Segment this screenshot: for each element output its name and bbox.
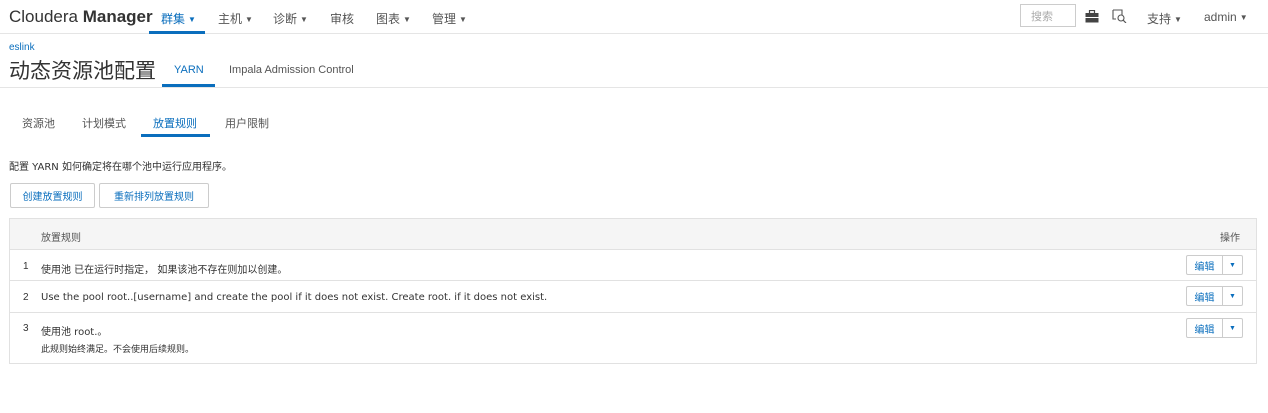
nav-audits[interactable]: 审核 [330, 10, 354, 27]
row-number: 2 [23, 292, 29, 303]
actions-dropdown-button[interactable]: ▼ [1223, 255, 1243, 275]
nav-charts[interactable]: 图表 ▼ [376, 10, 411, 27]
nav-audits-label: 审核 [330, 12, 355, 26]
search-messages-icon[interactable] [1111, 8, 1127, 24]
actions-dropdown-button[interactable]: ▼ [1223, 286, 1243, 306]
nav-clusters[interactable]: 群集 ▼ [161, 10, 196, 27]
rule-description: 使用池 已在运行时指定， 如果该池不存在则加以创建。 [41, 265, 288, 276]
chevron-down-icon: ▼ [459, 15, 467, 24]
chevron-down-icon: ▼ [1229, 292, 1236, 300]
row-actions: 编辑 ▼ [1186, 255, 1243, 275]
chevron-down-icon: ▼ [245, 15, 253, 24]
page-title: 动态资源池配置 [9, 59, 156, 83]
chevron-down-icon: ▼ [1229, 324, 1236, 332]
tab-impala-admission-control[interactable]: Impala Admission Control [229, 64, 354, 76]
nav-charts-label: 图表 [376, 12, 401, 26]
page-description: 配置 YARN 如何确定将在哪个池中运行应用程序。 [9, 162, 232, 173]
actions-dropdown-button[interactable]: ▼ [1223, 318, 1243, 338]
nav-user-menu[interactable]: admin ▼ [1204, 10, 1248, 24]
nav-hosts[interactable]: 主机 ▼ [218, 10, 253, 27]
nav-administration-label: 管理 [432, 12, 457, 26]
search-placeholder: 搜索 [1031, 10, 1053, 23]
create-placement-rule-button[interactable]: 创建放置规则 [10, 183, 95, 208]
row-actions: 编辑 ▼ [1186, 318, 1243, 338]
edit-button[interactable]: 编辑 [1186, 318, 1223, 338]
nav-active-indicator [149, 31, 205, 34]
table-row: 3 使用池 root.。 此规则始终满足。不会使用后续规则。 编辑 ▼ [10, 313, 1256, 363]
rule-description: Use the pool root..[username] and create… [41, 292, 548, 303]
nav-diagnostics-label: 诊断 [273, 12, 298, 26]
table-header: 放置规则 操作 [10, 219, 1256, 250]
chevron-down-icon: ▼ [300, 15, 308, 24]
placement-rules-table: 放置规则 操作 1 使用池 已在运行时指定， 如果该池不存在则加以创建。 编辑 … [9, 218, 1257, 364]
nav-administration[interactable]: 管理 ▼ [432, 10, 467, 27]
edit-button[interactable]: 编辑 [1186, 286, 1223, 306]
reorder-placement-rules-button[interactable]: 重新排列放置规则 [99, 183, 209, 208]
chevron-down-icon: ▼ [188, 15, 196, 24]
table-row: 2 Use the pool root..[username] and crea… [10, 281, 1256, 313]
nav-clusters-label: 群集 [161, 12, 186, 26]
brand-bold: Manager [82, 7, 153, 26]
brand-logo[interactable]: Cloudera Manager [9, 7, 153, 27]
column-header-rule: 放置规则 [41, 233, 81, 244]
subtab-resource-pools[interactable]: 资源池 [22, 115, 55, 131]
subtab-user-limits[interactable]: 用户限制 [225, 115, 269, 131]
nav-hosts-label: 主机 [218, 12, 243, 26]
chevron-down-icon: ▼ [1239, 13, 1248, 22]
row-number: 1 [23, 261, 29, 272]
column-header-actions: 操作 [1220, 233, 1240, 244]
edit-button[interactable]: 编辑 [1186, 255, 1223, 275]
nav-support-label: 支持 [1147, 12, 1172, 26]
subtab-scheduling-mode[interactable]: 计划模式 [82, 115, 126, 131]
chevron-down-icon: ▼ [403, 15, 411, 24]
nav-diagnostics[interactable]: 诊断 ▼ [273, 10, 308, 27]
nav-support[interactable]: 支持 ▼ [1147, 10, 1182, 27]
table-row: 1 使用池 已在运行时指定， 如果该池不存在则加以创建。 编辑 ▼ [10, 250, 1256, 281]
header-divider [0, 87, 1268, 88]
row-number: 3 [23, 323, 29, 334]
rule-note: 此规则始终满足。不会使用后续规则。 [41, 345, 195, 355]
chevron-down-icon: ▼ [1174, 15, 1182, 24]
rule-description: 使用池 root.。 [41, 327, 108, 338]
tab-yarn[interactable]: YARN [174, 64, 204, 76]
subtab-placement-rules[interactable]: 放置规则 [153, 115, 197, 131]
top-navbar: Cloudera Manager 群集 ▼ 主机 ▼ 诊断 ▼ 审核 图表 ▼ 管理 ▼ … [0, 0, 1268, 34]
nav-user-label: admin [1204, 10, 1237, 24]
breadcrumb[interactable]: eslink [9, 42, 35, 53]
briefcase-icon[interactable] [1084, 8, 1100, 24]
row-actions: 编辑 ▼ [1186, 286, 1243, 306]
chevron-down-icon: ▼ [1229, 261, 1236, 269]
search-input[interactable]: 搜索 [1020, 4, 1076, 27]
subtab-active-indicator [141, 134, 210, 137]
brand-light: Cloudera [9, 7, 83, 26]
